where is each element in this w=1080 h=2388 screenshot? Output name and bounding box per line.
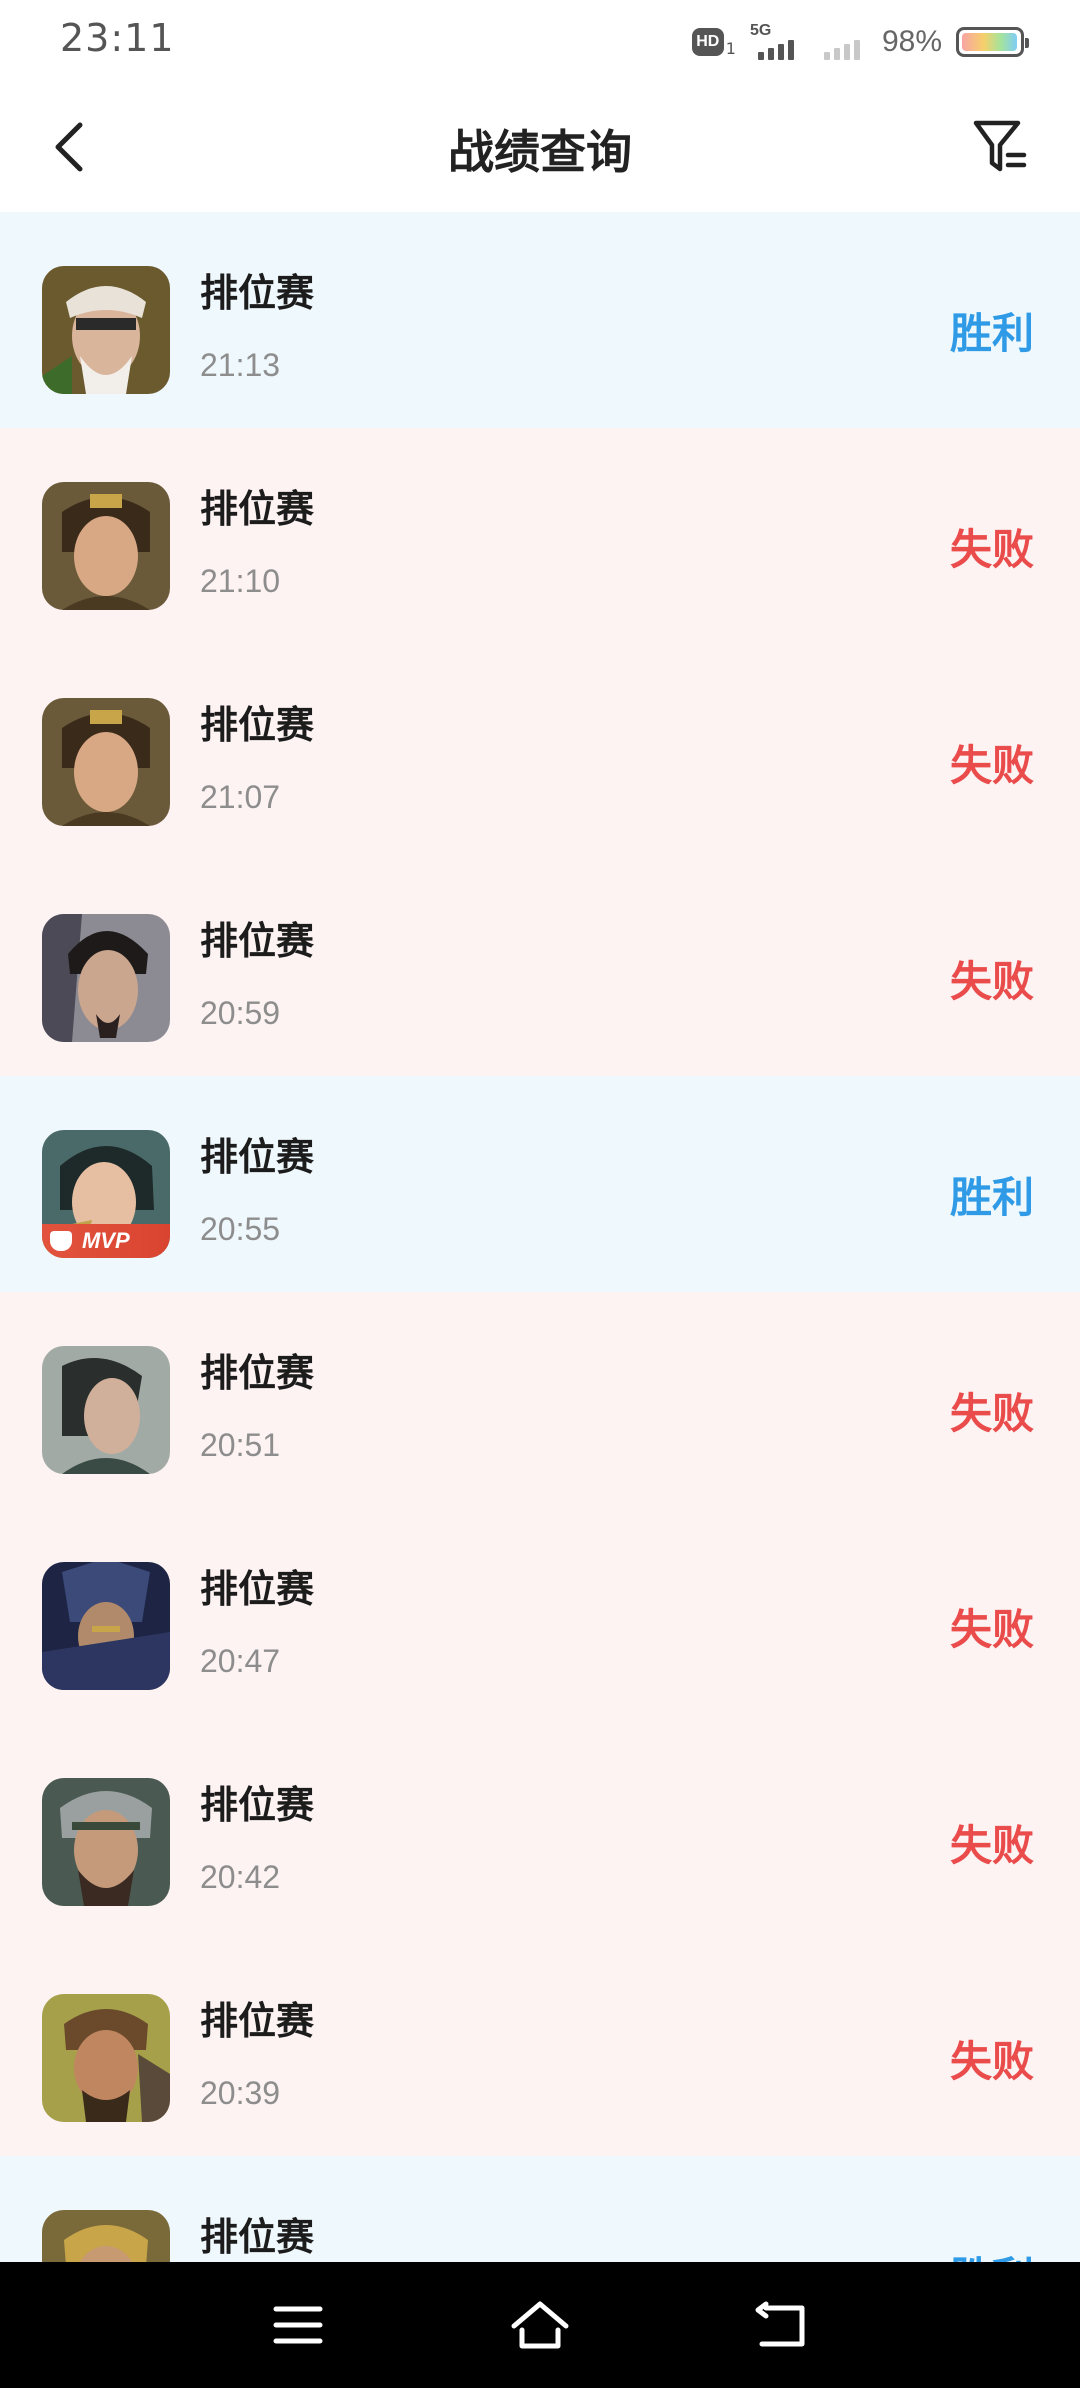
match-result: 失败 xyxy=(949,957,1034,1006)
match-time: 20:39 xyxy=(200,2075,281,2111)
match-row[interactable]: 排位赛 21:10 失败 xyxy=(0,428,1080,644)
trophy-icon xyxy=(50,1231,72,1251)
home-button[interactable] xyxy=(500,2292,580,2358)
match-result: 失败 xyxy=(949,525,1034,574)
match-row[interactable]: 排位赛 21:07 失败 xyxy=(0,644,1080,860)
hero-avatar xyxy=(42,1346,170,1474)
match-time: 20:51 xyxy=(200,1427,281,1463)
match-result: 失败 xyxy=(949,2037,1034,2086)
status-time: 23:11 xyxy=(60,16,175,60)
hero-avatar xyxy=(42,266,170,394)
hero-avatar xyxy=(42,1994,170,2122)
system-nav-bar xyxy=(0,2262,1080,2388)
match-mode: 排位赛 xyxy=(200,1351,315,1395)
hero-avatar xyxy=(42,1778,170,1906)
match-row[interactable]: 排位赛 20:47 失败 xyxy=(0,1508,1080,1724)
match-time: 21:07 xyxy=(200,779,281,815)
match-list[interactable]: 排位赛 21:13 胜利 排位赛 21:10 失败 排位赛 21:07 失败 排… xyxy=(0,212,1080,2262)
battery-percent: 98% xyxy=(881,25,942,58)
match-time: 20:55 xyxy=(200,1211,281,1247)
back-icon xyxy=(755,2301,805,2347)
match-result: 失败 xyxy=(949,1389,1034,1438)
hd-icon: HD 1 xyxy=(691,28,736,57)
match-mode: 排位赛 xyxy=(200,1999,315,2043)
match-row[interactable]: 排位赛 20:59 失败 xyxy=(0,860,1080,1076)
status-bar: 23:11 HD 1 5G 98% xyxy=(0,0,1080,82)
match-mode: 排位赛 xyxy=(200,919,315,963)
match-time: 20:47 xyxy=(200,1643,281,1679)
cellular-signal-icon: 5G xyxy=(750,22,802,60)
match-row[interactable]: 排位赛 21:13 胜利 xyxy=(0,212,1080,428)
match-mode: 排位赛 xyxy=(200,1135,315,1179)
hero-avatar xyxy=(42,914,170,1042)
match-result: 失败 xyxy=(949,741,1034,790)
match-row[interactable]: MVP 排位赛 20:55 胜利 xyxy=(0,1076,1080,1292)
match-result: 失败 xyxy=(949,1605,1034,1654)
match-result: 胜利 xyxy=(949,309,1034,358)
match-mode: 排位赛 xyxy=(200,1783,315,1827)
match-row[interactable]: 排位赛 胜利 xyxy=(0,2156,1080,2262)
match-mode: 排位赛 xyxy=(200,271,315,315)
hero-avatar xyxy=(42,482,170,610)
battery-icon xyxy=(956,27,1029,57)
match-time: 20:42 xyxy=(200,1859,281,1895)
match-mode: 排位赛 xyxy=(200,703,315,747)
match-time: 20:59 xyxy=(200,995,281,1031)
filter-button[interactable] xyxy=(968,112,1032,182)
system-back-button[interactable] xyxy=(740,2292,820,2358)
mvp-badge: MVP xyxy=(42,1224,170,1258)
menu-icon xyxy=(273,2306,323,2344)
secondary-signal-icon xyxy=(816,24,868,60)
hero-avatar xyxy=(42,2210,170,2262)
match-mode: 排位赛 xyxy=(200,2215,315,2259)
hero-avatar xyxy=(42,698,170,826)
status-icons: HD 1 5G 98% xyxy=(691,20,1029,64)
match-row[interactable]: 排位赛 20:42 失败 xyxy=(0,1724,1080,1940)
match-mode: 排位赛 xyxy=(200,487,315,531)
menu-button[interactable] xyxy=(258,2292,338,2358)
hero-avatar xyxy=(42,1562,170,1690)
match-time: 21:10 xyxy=(200,563,281,599)
home-icon xyxy=(511,2301,569,2349)
match-row[interactable]: 排位赛 20:39 失败 xyxy=(0,1940,1080,2156)
match-mode: 排位赛 xyxy=(200,1567,315,1611)
match-result: 失败 xyxy=(949,1821,1034,1870)
header: 战绩查询 xyxy=(0,82,1080,212)
page-title: 战绩查询 xyxy=(448,125,632,179)
match-row[interactable]: 排位赛 20:51 失败 xyxy=(0,1292,1080,1508)
hero-avatar: MVP xyxy=(42,1130,170,1258)
filter-icon xyxy=(973,120,1027,172)
match-time: 21:13 xyxy=(200,347,281,383)
match-result: 胜利 xyxy=(949,1173,1034,1222)
match-result: 胜利 xyxy=(950,2244,1034,2262)
